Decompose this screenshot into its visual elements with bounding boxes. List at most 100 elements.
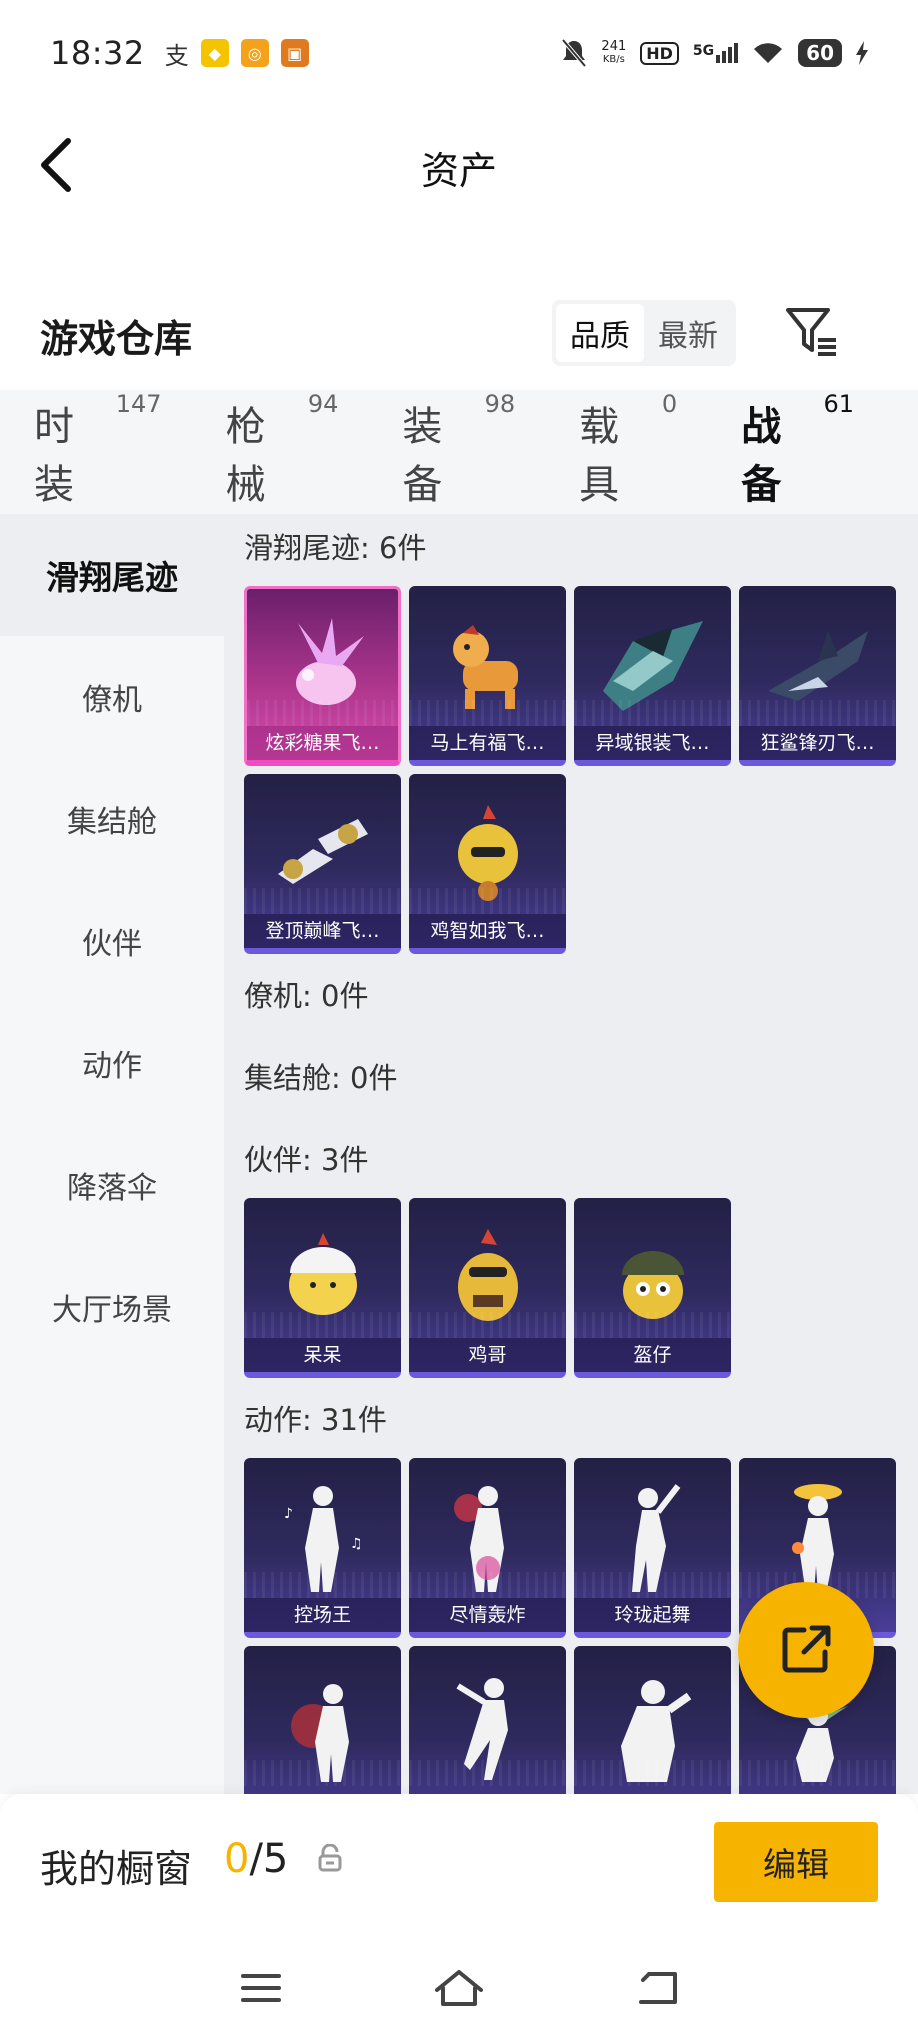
item-name: 登顶巅峰飞… <box>244 914 401 948</box>
side-item-partner[interactable]: 伙伴 <box>0 880 224 1002</box>
item-name: 异域银装飞… <box>574 726 731 760</box>
item-card[interactable] <box>409 1646 566 1794</box>
side-item-emote[interactable]: 动作 <box>0 1002 224 1124</box>
status-time: 18:32 <box>50 34 145 72</box>
svg-text:♫: ♫ <box>350 1536 363 1552</box>
card-decoration <box>409 1760 566 1786</box>
sort-quality-button[interactable]: 品质 <box>556 304 644 362</box>
home-icon[interactable] <box>433 1968 485 2008</box>
tab-count: 0 <box>661 390 678 418</box>
back-nav-icon[interactable] <box>635 1968 679 2008</box>
side-item-parachute[interactable]: 降落伞 <box>0 1124 224 1246</box>
share-button[interactable] <box>738 1582 874 1718</box>
item-card[interactable]: 马上有福飞… <box>409 586 566 766</box>
cellular-signal-icon: 5G <box>693 43 739 63</box>
section-header-partner: 伙伴: 3件 <box>244 1143 369 1177</box>
tab-count: 94 <box>307 390 339 418</box>
item-name: 鸡哥 <box>409 1338 566 1372</box>
section-header-wingman: 僚机: 0件 <box>244 979 369 1013</box>
showcase-label: 我的橱窗 <box>40 1847 193 1891</box>
item-name: 玲珑起舞 <box>574 1598 731 1632</box>
item-card[interactable] <box>574 1646 731 1794</box>
card-decoration <box>409 1572 566 1598</box>
item-card[interactable]: 呆呆 <box>244 1198 401 1378</box>
card-decoration <box>244 1312 401 1338</box>
mute-bell-icon <box>561 38 587 68</box>
item-card[interactable] <box>244 1646 401 1794</box>
item-name: 盔仔 <box>574 1338 731 1372</box>
item-card[interactable]: 炫彩糖果飞… <box>244 586 401 766</box>
warehouse-title: 游戏仓库 <box>40 317 193 361</box>
section-header-glide-trail: 滑翔尾迹: 6件 <box>244 531 427 565</box>
net-speed-unit: KB/s <box>602 54 625 65</box>
system-nav-bar <box>0 1936 918 2040</box>
tab-label: 装备 <box>402 404 443 508</box>
card-decoration <box>739 1760 896 1786</box>
side-item-wingman[interactable]: 僚机 <box>0 636 224 758</box>
warehouse-header: 游戏仓库 品质 最新 <box>0 290 918 380</box>
side-nav: 滑翔尾迹 僚机 集结舱 伙伴 动作 降落伞 大厅场景 <box>0 514 224 1794</box>
item-card[interactable]: 鸡智如我飞… <box>409 774 566 954</box>
status-app-icons: 支 ◆ ◎ ▣ <box>165 36 309 71</box>
tab-count: 98 <box>484 390 516 418</box>
item-card[interactable]: 登顶巅峰飞… <box>244 774 401 954</box>
sort-newest-button[interactable]: 最新 <box>644 304 732 362</box>
status-indicators: 241 KB/s HD 5G 60 <box>561 38 868 68</box>
card-decoration <box>409 888 566 914</box>
nav-bar: 资产 <box>0 110 918 220</box>
partner-grid: 呆呆 鸡哥 盔仔 <box>244 1198 904 1378</box>
menu-icon[interactable] <box>239 1970 283 2006</box>
app-notification-icon: ◆ <box>200 39 229 67</box>
category-tabs: 时装 147 枪械 94 装备 98 载具 0 战备 61 <box>0 390 918 532</box>
tab-equipment[interactable]: 装备 98 <box>402 390 515 510</box>
lock-icon <box>318 1843 342 1876</box>
tab-label: 载具 <box>579 404 620 508</box>
item-card[interactable]: 异域银装飞… <box>574 586 731 766</box>
item-card[interactable]: ♪ ♫ 控场王 <box>244 1458 401 1638</box>
sort-toggle: 品质 最新 <box>552 300 736 366</box>
card-decoration <box>574 1572 731 1598</box>
item-name: 鸡智如我飞… <box>409 914 566 948</box>
side-item-assembly-pod[interactable]: 集结舱 <box>0 758 224 880</box>
filter-button[interactable] <box>784 304 840 360</box>
tab-fashion[interactable]: 时装 147 <box>34 390 162 510</box>
item-card[interactable]: 尽情轰炸 <box>409 1458 566 1638</box>
item-name: 呆呆 <box>244 1338 401 1372</box>
tab-vehicles[interactable]: 载具 0 <box>579 390 677 510</box>
side-item-lobby-scene[interactable]: 大厅场景 <box>0 1246 224 1368</box>
tab-label: 时装 <box>34 404 74 508</box>
showcase-count-total: /5 <box>249 1836 289 1882</box>
item-card[interactable]: 狂鲨锋刃飞… <box>739 586 896 766</box>
card-decoration <box>739 700 896 726</box>
card-decoration <box>244 1760 401 1786</box>
tab-battle-gear[interactable]: 战备 61 <box>741 390 854 532</box>
share-icon <box>782 1625 831 1673</box>
edit-button[interactable]: 编辑 <box>714 1822 878 1902</box>
card-decoration <box>409 1312 566 1338</box>
glide-trail-grid: 炫彩糖果飞… 马上有福飞… 异域银装飞… 狂鲨锋刃飞… 登顶巅峰飞… 鸡智如我飞… <box>244 586 904 954</box>
svg-text:♪: ♪ <box>284 1506 293 1522</box>
card-decoration <box>574 1760 731 1786</box>
wifi-icon <box>754 43 783 63</box>
card-decoration <box>244 1572 401 1598</box>
showcase-bar: 我的橱窗 0/5 编辑 <box>0 1794 918 1936</box>
section-header-assembly-pod: 集结舱: 0件 <box>244 1061 398 1095</box>
card-decoration <box>247 700 398 726</box>
card-decoration <box>574 700 731 726</box>
tab-weapons[interactable]: 枪械 94 <box>226 390 339 510</box>
app-notification-icon: ◎ <box>240 39 269 67</box>
card-decoration <box>244 888 401 914</box>
status-bar: 18:32 支 ◆ ◎ ▣ 241 KB/s HD 5G 60 <box>0 0 918 106</box>
item-card[interactable]: 鸡哥 <box>409 1198 566 1378</box>
item-card[interactable]: 盔仔 <box>574 1198 731 1378</box>
net-speed-value: 241 <box>601 39 627 54</box>
item-name: 炫彩糖果飞… <box>247 726 398 760</box>
battery-level: 60 <box>798 39 842 67</box>
item-card[interactable]: 玲珑起舞 <box>574 1458 731 1638</box>
page-title: 资产 <box>420 149 497 193</box>
item-name: 尽情轰炸 <box>409 1598 566 1632</box>
item-name: 狂鲨锋刃飞… <box>739 726 896 760</box>
side-item-glide-trail[interactable]: 滑翔尾迹 <box>0 514 224 636</box>
filter-icon <box>786 308 836 356</box>
tab-count: 61 <box>823 390 854 418</box>
